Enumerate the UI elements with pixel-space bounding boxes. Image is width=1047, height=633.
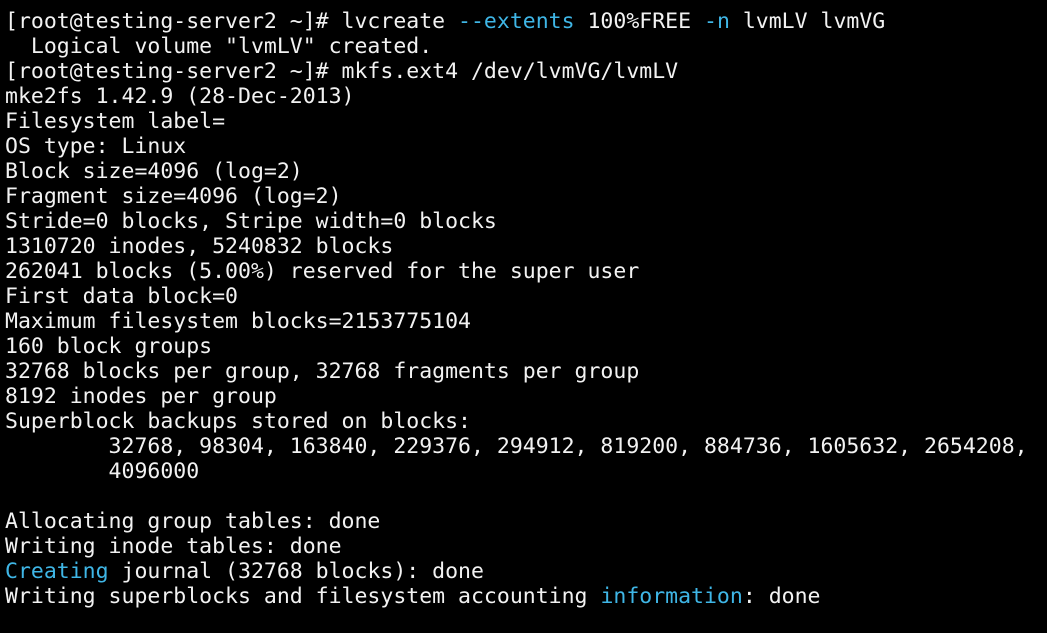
terminal-line: 32768, 98304, 163840, 229376, 294912, 81… bbox=[5, 434, 1047, 459]
terminal-line: Maximum filesystem blocks=2153775104 bbox=[5, 309, 1047, 334]
line-text: 1310720 inodes, 5240832 blocks bbox=[5, 234, 394, 259]
terminal-line: Writing inode tables: done bbox=[5, 534, 1047, 559]
terminal-line: Creating journal (32768 blocks): done bbox=[5, 559, 1047, 584]
terminal-line: Writing superblocks and filesystem accou… bbox=[5, 584, 1047, 609]
highlighted-text: --extents bbox=[458, 9, 575, 34]
terminal-line: [root@testing-server2 ~]# mkfs.ext4 /dev… bbox=[5, 59, 1047, 84]
terminal-line: Allocating group tables: done bbox=[5, 509, 1047, 534]
terminal-line: 4096000 bbox=[5, 459, 1047, 484]
line-text: Writing inode tables: done bbox=[5, 534, 342, 559]
terminal-line: 8192 inodes per group bbox=[5, 384, 1047, 409]
terminal-line: 160 block groups bbox=[5, 334, 1047, 359]
terminal-line: Logical volume "lvmLV" created. bbox=[5, 34, 1047, 59]
terminal-line: 1310720 inodes, 5240832 blocks bbox=[5, 234, 1047, 259]
line-text: 4096000 bbox=[5, 459, 200, 484]
line-text: : done bbox=[742, 584, 821, 609]
line-text: 100%FREE bbox=[574, 9, 704, 34]
terminal-output[interactable]: [root@testing-server2 ~]# lvcreate --ext… bbox=[5, 9, 1047, 633]
line-text: [root@testing-server2 ~]# mkfs.ext4 /dev… bbox=[5, 59, 679, 84]
terminal-line: Superblock backups stored on blocks: bbox=[5, 409, 1047, 434]
terminal-line: OS type: Linux bbox=[5, 134, 1047, 159]
terminal-line: Stride=0 blocks, Stripe width=0 blocks bbox=[5, 209, 1047, 234]
line-text: 160 block groups bbox=[5, 334, 213, 359]
line-text: Logical volume "lvmLV" created. bbox=[5, 34, 433, 59]
terminal-line: Block size=4096 (log=2) bbox=[5, 159, 1047, 184]
line-text: 32768, 98304, 163840, 229376, 294912, 81… bbox=[5, 434, 1028, 459]
line-text: Writing superblocks and filesystem accou… bbox=[5, 584, 601, 609]
line-text: OS type: Linux bbox=[5, 134, 187, 159]
line-text: Superblock backups stored on blocks: bbox=[5, 409, 471, 434]
line-text: journal (32768 blocks): done bbox=[108, 559, 484, 584]
terminal-line: First data block=0 bbox=[5, 284, 1047, 309]
line-text: 8192 inodes per group bbox=[5, 384, 277, 409]
line-text: Allocating group tables: done bbox=[5, 509, 381, 534]
terminal-line: Fragment size=4096 (log=2) bbox=[5, 184, 1047, 209]
line-text: Fragment size=4096 (log=2) bbox=[5, 184, 342, 209]
highlighted-text: information bbox=[600, 584, 743, 609]
line-text: 32768 blocks per group, 32768 fragments … bbox=[5, 359, 640, 384]
terminal-line: [root@testing-server2 ~]# lvcreate --ext… bbox=[5, 9, 1047, 34]
highlighted-text: -n bbox=[704, 9, 730, 34]
line-text: Block size=4096 (log=2) bbox=[5, 159, 303, 184]
line-text: mke2fs 1.42.9 (28-Dec-2013) bbox=[5, 84, 355, 109]
line-text: Stride=0 blocks, Stripe width=0 blocks bbox=[5, 209, 497, 234]
line-text: lvmLV lvmVG bbox=[729, 9, 886, 34]
line-text: First data block=0 bbox=[5, 284, 238, 309]
line-text: [root@testing-server2 ~]# lvcreate bbox=[5, 9, 459, 34]
highlighted-text: Creating bbox=[5, 559, 109, 584]
terminal-line: 32768 blocks per group, 32768 fragments … bbox=[5, 359, 1047, 384]
line-text: 262041 blocks (5.00%) reserved for the s… bbox=[5, 259, 640, 284]
terminal-line: 262041 blocks (5.00%) reserved for the s… bbox=[5, 259, 1047, 284]
terminal-line: mke2fs 1.42.9 (28-Dec-2013) bbox=[5, 84, 1047, 109]
line-text: Maximum filesystem blocks=2153775104 bbox=[5, 309, 471, 334]
line-text: Filesystem label= bbox=[5, 109, 226, 134]
terminal-line: Filesystem label= bbox=[5, 109, 1047, 134]
